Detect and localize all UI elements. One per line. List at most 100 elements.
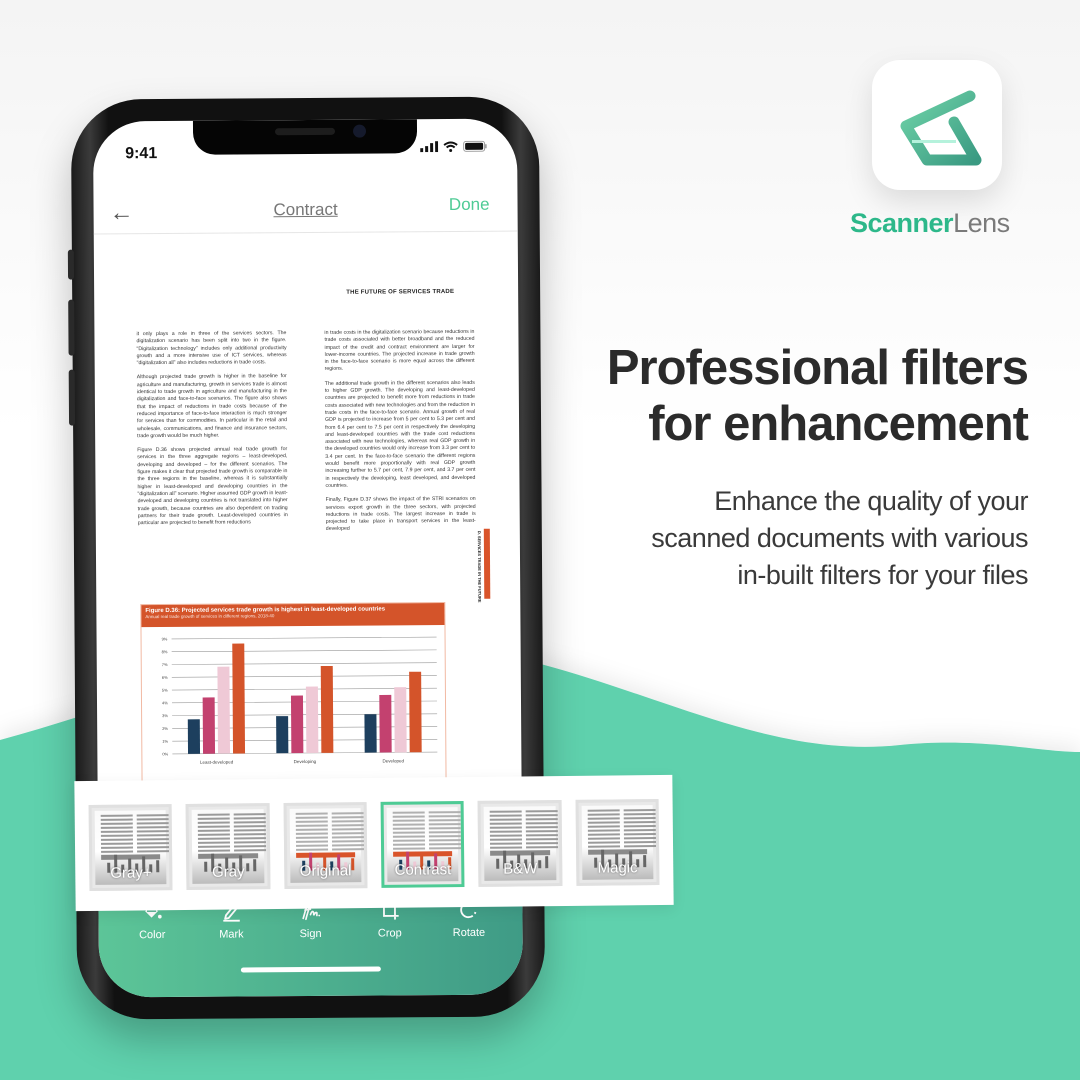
thumbnail-text-line	[393, 847, 426, 850]
filter-label: Magic	[597, 859, 638, 877]
thumbnail-text-line	[198, 813, 231, 816]
thumbnail-text-line	[623, 833, 656, 836]
bar-chart: 0% 1% 2% 3% 4% 5% 6% 7% 8% 9% Least-developed Devel…	[162, 636, 438, 765]
thumbnail-text-line	[101, 846, 134, 849]
nav-divider	[93, 230, 518, 235]
filter-option[interactable]: Gray	[185, 803, 271, 890]
filter-option[interactable]: Magic	[575, 799, 660, 886]
thumbnail-text-line	[234, 817, 267, 820]
thumbnail-text-line	[392, 827, 425, 830]
thumbnail-text-line	[198, 833, 231, 836]
thumbnail-text-line	[490, 814, 523, 817]
y-tick-label: 8%	[162, 649, 168, 654]
bar	[232, 643, 246, 754]
thumbnail-text-line	[623, 845, 656, 848]
thumbnail-text-line	[101, 850, 134, 853]
thumbnail-text-line	[525, 810, 558, 813]
tool-label: Crop	[377, 927, 402, 940]
thumbnail-text-line	[428, 823, 461, 826]
thumbnail-text-line	[623, 821, 656, 824]
running-head: THE FUTURE OF SERVICES TRADE	[346, 288, 455, 296]
thumbnail-text-line	[490, 834, 523, 837]
thumbnail-text-line	[587, 841, 620, 844]
filter-option[interactable]: B&W	[477, 800, 563, 887]
filter-strip: Gray+ Gray Original Contrast B&W Magic	[74, 774, 674, 912]
bar	[276, 716, 289, 754]
thumbnail-text-line	[623, 809, 656, 812]
thumbnail-text-line	[428, 835, 461, 838]
tool-label: Sign	[299, 927, 322, 941]
filter-option[interactable]: Contrast	[380, 801, 465, 888]
thumbnail-text-line	[100, 834, 133, 837]
thumbnail-text-line	[331, 812, 364, 815]
section-tab-label: D. SERVICES TRADE IN THE FUTURE	[476, 530, 483, 603]
thumbnail-text-line	[623, 817, 656, 820]
signal-icon	[420, 141, 439, 153]
thumbnail-text-line	[136, 826, 169, 829]
bar	[202, 697, 216, 754]
home-indicator	[240, 966, 381, 973]
thumbnail-text-line	[587, 825, 620, 828]
mute-switch	[67, 249, 75, 280]
thumbnail-text-line	[234, 841, 267, 844]
y-tick-label: 6%	[162, 675, 168, 680]
thumbnail-text-line	[234, 825, 267, 828]
thumbnail-text-line	[526, 818, 559, 821]
thumbnail-text-line	[198, 817, 231, 820]
thumbnail-text-line	[526, 846, 559, 849]
thumbnail-text-line	[429, 847, 462, 850]
filter-option[interactable]: Gray+	[88, 804, 173, 891]
filter-option[interactable]: Original	[283, 802, 368, 889]
thumbnail-text-line	[392, 823, 425, 826]
thumbnail-text-line	[428, 831, 461, 834]
text-column-2: in trade costs in the digitalization sce…	[324, 329, 475, 541]
volume-up-button	[68, 299, 75, 356]
bar	[187, 719, 201, 754]
paragraph: The additional trade growth in the diffe…	[324, 379, 476, 489]
paragraph: in trade costs in the digitalization sce…	[324, 328, 475, 373]
thumbnail-text-line	[587, 817, 620, 820]
bar	[364, 714, 377, 753]
thumbnail-text-line	[295, 816, 328, 819]
thumbnail-text-line	[295, 828, 328, 831]
y-tick-label: 9%	[162, 636, 168, 641]
bar	[320, 665, 334, 753]
thumbnail-text-line	[490, 826, 523, 829]
thumbnail-text-line	[198, 841, 231, 844]
filter-label: Contrast	[394, 861, 452, 879]
bar	[290, 695, 304, 754]
headline: Professional filters for enhancement	[607, 340, 1029, 452]
thumbnail-text-line	[623, 829, 656, 832]
gridline	[171, 649, 437, 653]
thumbnail-text-line	[295, 848, 328, 851]
thumbnail-text-line	[331, 824, 364, 827]
thumbnail-text-line	[136, 838, 169, 841]
thumbnail-text-line	[136, 822, 169, 825]
bar	[217, 666, 231, 754]
thumbnail-text-line	[198, 825, 231, 828]
thumbnail-text-line	[490, 818, 523, 821]
thumbnail-text-line	[234, 837, 267, 840]
thumbnail-text-line	[198, 837, 231, 840]
thumbnail-text-line	[234, 849, 267, 852]
thumbnail-text-line	[331, 828, 364, 831]
y-tick-label: 3%	[162, 713, 168, 718]
subheadline-line: Enhance the quality of your	[714, 486, 1028, 516]
thumbnail-text-line	[490, 830, 523, 833]
thumbnail-text-line	[100, 842, 134, 845]
thumbnail-text-line	[526, 822, 559, 825]
thumbnail-text-line	[198, 821, 231, 824]
paragraph: Finally, Figure D.37 shows the impact of…	[325, 496, 476, 533]
thumbnail-text-line	[198, 845, 231, 848]
thumbnail-text-line	[526, 838, 559, 841]
thumbnail-text-line	[392, 831, 425, 834]
thumbnail-text-line	[295, 824, 328, 827]
status-icons	[420, 140, 487, 153]
done-button[interactable]: Done	[449, 195, 490, 215]
thumbnail-text-line	[428, 839, 461, 842]
thumbnail-text-line	[428, 827, 461, 830]
thumbnail-text-line	[295, 820, 328, 823]
thumbnail-text-line	[587, 809, 620, 812]
paragraph: it only plays a role in three of the ser…	[136, 330, 287, 367]
nav-bar: ← Contract Done	[93, 189, 517, 232]
